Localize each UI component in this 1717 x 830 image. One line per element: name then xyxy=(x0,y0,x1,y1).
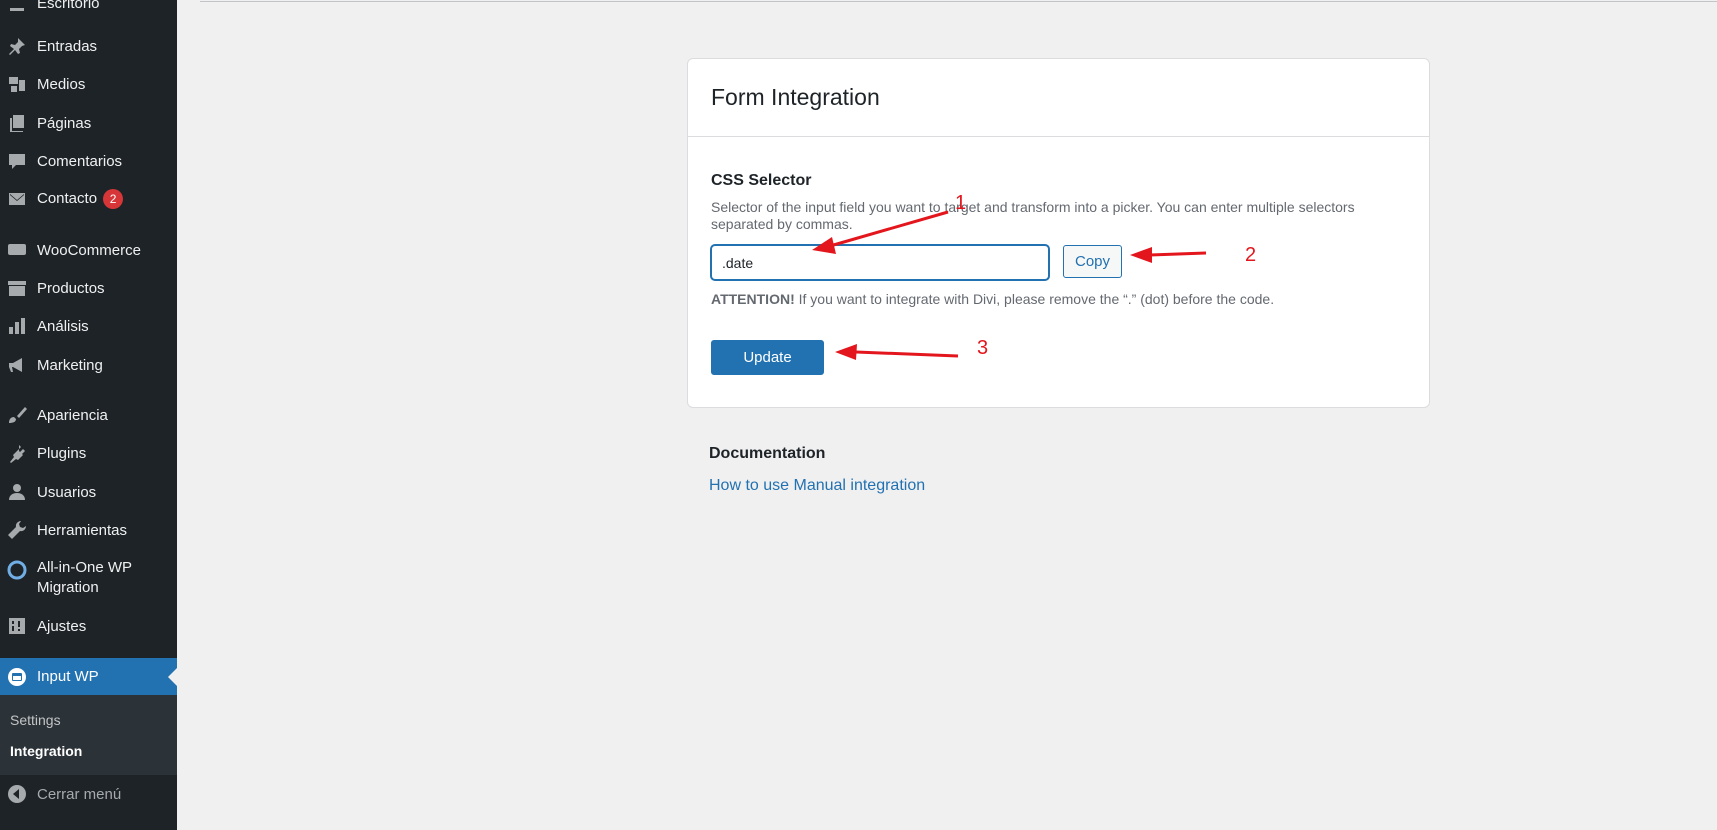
media-icon xyxy=(7,74,27,94)
header-divider xyxy=(200,1,1717,2)
attention-note: ATTENTION! If you want to integrate with… xyxy=(711,291,1274,307)
sidebar-item-label: Escritorio xyxy=(37,0,100,12)
migration-icon xyxy=(7,560,27,580)
mail-icon xyxy=(7,189,27,209)
attention-text: If you want to integrate with Divi, plea… xyxy=(794,291,1275,307)
form-integration-card: Form Integration CSS Selector Selector o… xyxy=(687,58,1430,408)
sidebar-item-label: Contacto xyxy=(37,190,98,207)
sidebar-item-input-wp[interactable]: Input WP xyxy=(0,658,177,695)
manual-integration-link[interactable]: How to use Manual integration xyxy=(709,477,925,495)
sidebar-item-all-in-one-wp-migration[interactable]: All-in-One WP Migration xyxy=(0,556,177,600)
css-selector-input[interactable] xyxy=(711,245,1049,280)
dashboard-icon xyxy=(7,0,27,13)
submenu-item-integration[interactable]: Integration xyxy=(10,743,82,759)
collapse-icon xyxy=(7,784,27,804)
sidebar-item-woocommerce[interactable]: WooCommerce xyxy=(0,233,177,267)
sidebar-item-escritorio[interactable]: Escritorio xyxy=(0,0,177,20)
documentation-panel: Documentation How to use Manual integrat… xyxy=(686,425,1430,505)
sidebar-item-plugins[interactable]: Plugins xyxy=(0,436,177,470)
sidebar-item-label: Comentarios xyxy=(37,152,123,170)
chart-icon xyxy=(7,316,27,336)
plug-icon xyxy=(7,443,27,463)
pages-icon xyxy=(7,113,27,133)
archive-icon xyxy=(7,278,27,298)
sidebar-item-apariencia[interactable]: Apariencia xyxy=(0,398,177,432)
sidebar-item-label: WooCommerce xyxy=(37,241,141,259)
notification-badge: 2 xyxy=(103,189,124,209)
sidebar-item-label: Entradas xyxy=(37,37,98,55)
sidebar-item-label: Ajustes xyxy=(37,617,87,635)
annotation-number-2: 2 xyxy=(1245,244,1257,266)
comments-icon xyxy=(7,151,27,171)
wrench-icon xyxy=(7,520,27,540)
css-selector-description: Selector of the input field you want to … xyxy=(711,199,1355,232)
sidebar-item-marketing[interactable]: Marketing xyxy=(0,348,177,382)
annotation-number-1: 1 xyxy=(955,192,967,214)
sidebar-item-label: All-in-One WP Migration xyxy=(37,559,132,596)
brush-icon xyxy=(7,405,27,425)
sidebar-item-label: Marketing xyxy=(37,356,103,374)
sidebar-item-label: Usuarios xyxy=(37,483,97,501)
annotation-number-3: 3 xyxy=(977,337,989,359)
megaphone-icon xyxy=(7,355,27,375)
sidebar-item-label: Apariencia xyxy=(37,406,108,424)
sidebar-item-productos[interactable]: Productos xyxy=(0,271,177,305)
calendar-icon xyxy=(7,667,27,687)
sidebar-item-entradas[interactable]: Entradas xyxy=(0,29,177,63)
sidebar-item-label: Análisis xyxy=(37,317,89,335)
collapse-menu-button[interactable]: Cerrar menú xyxy=(0,777,177,811)
sidebar-item-contacto[interactable]: Contacto 2 xyxy=(0,182,177,216)
sidebar-item-label: Medios xyxy=(37,75,86,93)
css-selector-label: CSS Selector xyxy=(711,172,812,189)
documentation-title: Documentation xyxy=(709,445,826,462)
sidebar-item-comentarios[interactable]: Comentarios xyxy=(0,144,177,178)
attention-strong: ATTENTION! xyxy=(711,291,795,307)
sidebar-item-paginas[interactable]: Páginas xyxy=(0,106,177,140)
update-button[interactable]: Update xyxy=(711,340,824,375)
woo-icon xyxy=(7,240,27,260)
active-arrow-icon xyxy=(168,667,177,686)
sidebar-item-usuarios[interactable]: Usuarios xyxy=(0,475,177,509)
sidebar-item-analisis[interactable]: Análisis xyxy=(0,309,177,343)
copy-button[interactable]: Copy xyxy=(1063,245,1122,278)
submenu: Settings Integration xyxy=(0,695,177,775)
submenu-item-settings[interactable]: Settings xyxy=(10,712,61,728)
sidebar-item-herramientas[interactable]: Herramientas xyxy=(0,513,177,547)
sidebar-item-label: Plugins xyxy=(37,444,87,462)
pin-icon xyxy=(7,36,27,56)
sidebar-item-label: Herramientas xyxy=(37,521,128,539)
sidebar-item-label: Páginas xyxy=(37,114,92,132)
sidebar-item-label: Productos xyxy=(37,279,105,297)
admin-sidebar: Escritorio Entradas Medios Páginas Comen… xyxy=(0,0,177,830)
card-header: Form Integration xyxy=(688,59,1429,137)
card-title: Form Integration xyxy=(711,84,880,110)
collapse-label: Cerrar menú xyxy=(37,785,122,803)
sidebar-item-ajustes[interactable]: Ajustes xyxy=(0,609,177,643)
user-icon xyxy=(7,482,27,502)
settings-icon xyxy=(7,616,27,636)
sidebar-item-medios[interactable]: Medios xyxy=(0,67,177,101)
sidebar-item-label: Input WP xyxy=(37,668,99,685)
